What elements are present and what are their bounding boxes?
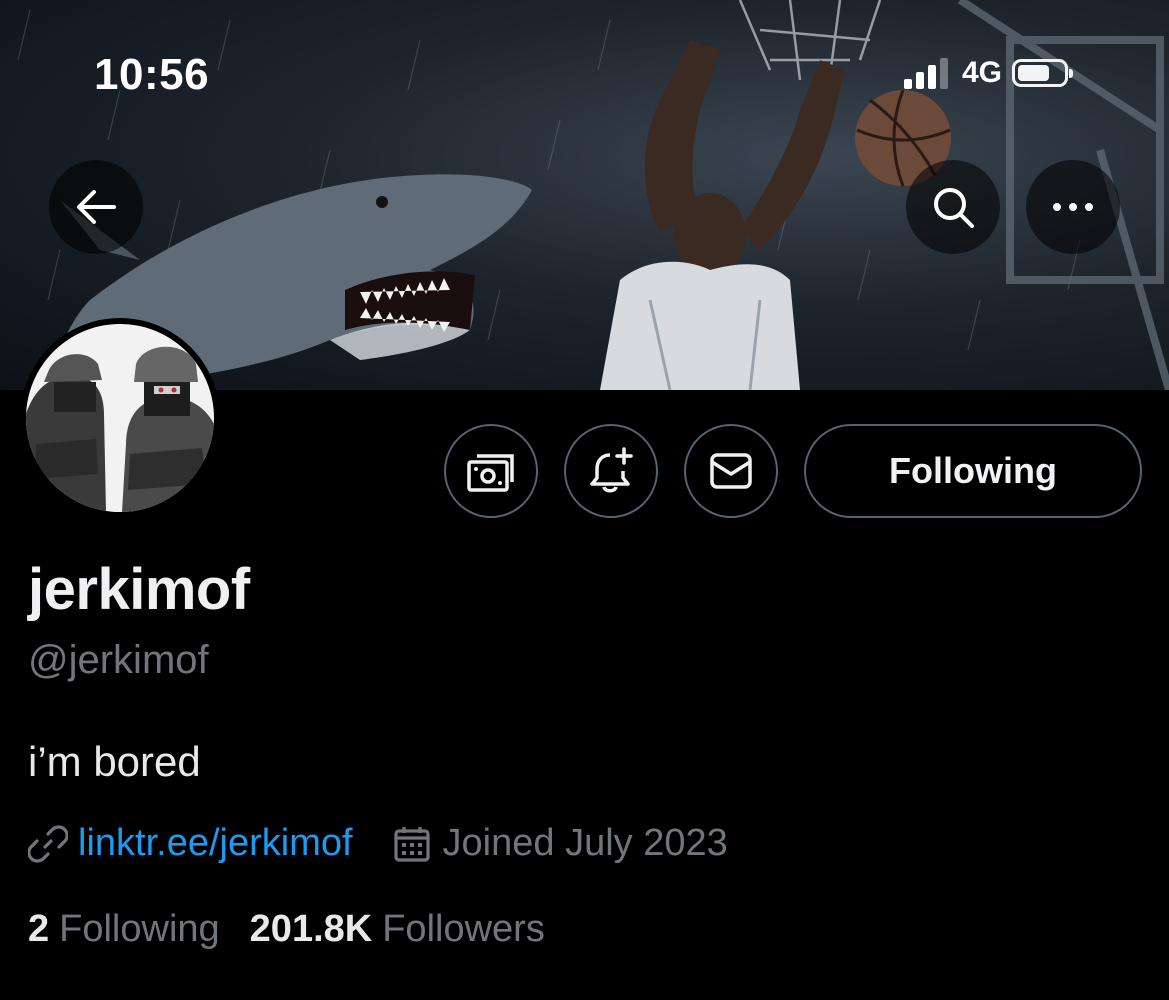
profile-link[interactable]: linktr.ee/jerkimof [78, 822, 353, 865]
envelope-icon [710, 453, 752, 489]
followers-stat[interactable]: 201.8K Followers [250, 908, 545, 951]
notifications-button[interactable] [564, 424, 658, 518]
search-icon [934, 188, 974, 228]
tip-button[interactable] [444, 424, 538, 518]
following-stat[interactable]: 2 Following [28, 908, 220, 951]
calendar-icon [393, 825, 431, 863]
status-indicators: 4G [904, 56, 1074, 90]
joined-date: Joined July 2023 [442, 822, 728, 864]
more-options-button[interactable] [1026, 160, 1120, 254]
followers-label: Followers [382, 908, 545, 950]
battery-icon [1012, 59, 1074, 87]
money-icon [467, 454, 514, 492]
following-label: Following [59, 908, 220, 950]
profile-banner[interactable]: 10:56 4G [0, 0, 1169, 390]
arrow-left-icon [77, 190, 116, 224]
avatar-image [26, 324, 214, 512]
message-button[interactable] [684, 424, 778, 518]
following-count: 2 [28, 908, 50, 950]
search-button[interactable] [906, 160, 1000, 254]
back-button[interactable] [49, 160, 143, 254]
bell-plus-icon [590, 447, 633, 493]
display-name: jerkimof [28, 557, 250, 622]
status-time: 10:56 [94, 50, 210, 99]
follow-stats: 2 Following 201.8K Followers [28, 908, 545, 951]
profile-meta: linktr.ee/jerkimof Joined July 2023 [28, 822, 728, 865]
username-handle: @jerkimof [28, 638, 209, 682]
link-icon [28, 824, 68, 863]
followers-count: 201.8K [249, 908, 373, 950]
signal-strength-icon [904, 57, 948, 89]
following-button[interactable]: Following [804, 424, 1142, 518]
battery-fill [1018, 65, 1049, 81]
avatar[interactable] [20, 318, 220, 518]
network-type: 4G [962, 56, 1003, 89]
more-horizontal-icon [1053, 203, 1093, 211]
profile-bio: i’m bored [28, 738, 201, 785]
